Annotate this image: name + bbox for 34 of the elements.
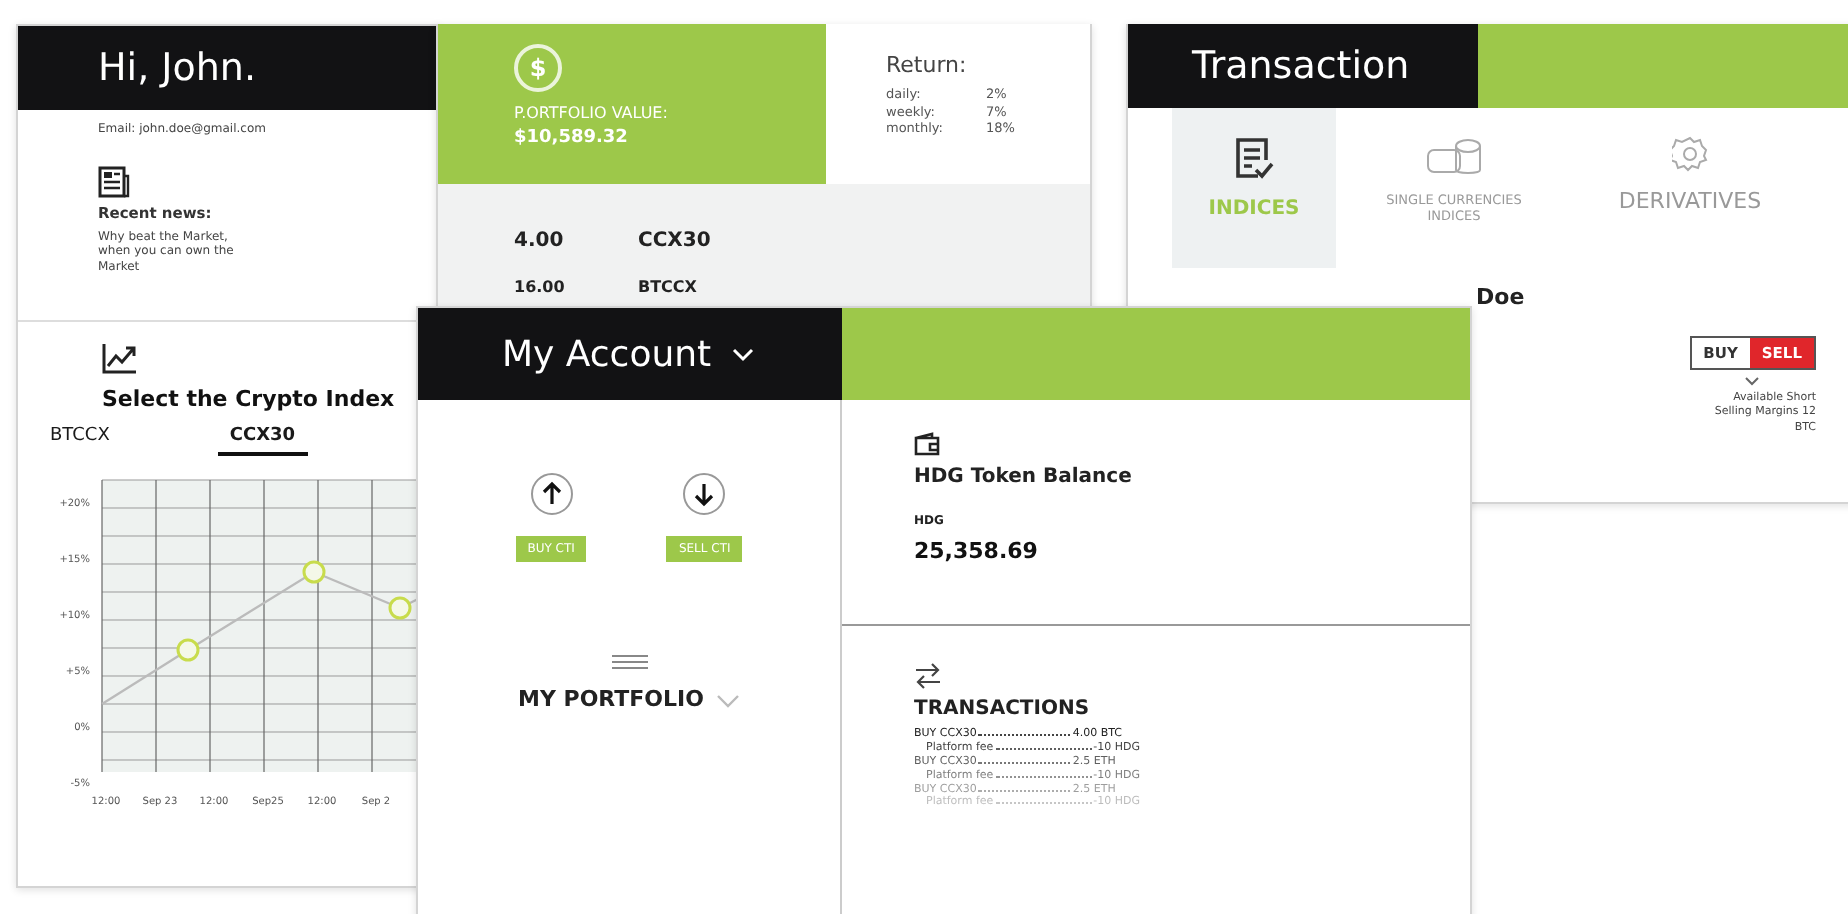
index-heading: Select the Crypto Index [102,385,397,415]
holding-symbol: CCX30 [638,228,713,254]
holding-amount: 16.00 [514,278,567,299]
dollar-coin-icon: $ [514,44,562,92]
greeting-title: Hi, John. [98,46,256,90]
holding-amount: 4.00 [514,228,566,254]
category-tab[interactable]: DERIVATIVES [1572,108,1808,268]
portfolio-value-label: P.ORTFOLIO VALUE: [514,104,670,125]
transactions-heading: TRANSACTIONS [914,696,1092,722]
index-tab[interactable]: BTCCX [38,426,122,457]
data-point [302,560,326,584]
menu-icon [611,654,647,670]
data-point [388,596,412,620]
newspaper-icon [98,165,130,198]
index-tab[interactable]: CCX30 [217,426,308,457]
portfolio-menu-label[interactable]: MY PORTFOLIO [518,686,704,715]
data-point [176,638,200,662]
transaction-title: Transaction [1192,44,1410,88]
chevron-down-icon [1744,376,1760,387]
gear-icon [1672,136,1708,172]
balance-amount: 25,358.69 [914,537,1040,567]
account-name-text: Doe [1476,284,1525,313]
chevron-down-icon [715,693,740,708]
account-title: My Account [502,333,712,375]
chevron-down-icon [731,347,754,361]
portfolio-value: $10,589.32 [514,128,630,153]
swap-arrows-icon [914,662,942,690]
holding-symbol: BTCCX [638,278,699,299]
balance-heading: HDG Token Balance [914,464,1134,490]
trend-chart-icon [102,341,138,374]
wallet-icon [914,432,942,456]
coins-icon [1424,136,1484,176]
checklist-icon [1234,136,1274,180]
return-heading: Return: [886,52,969,81]
